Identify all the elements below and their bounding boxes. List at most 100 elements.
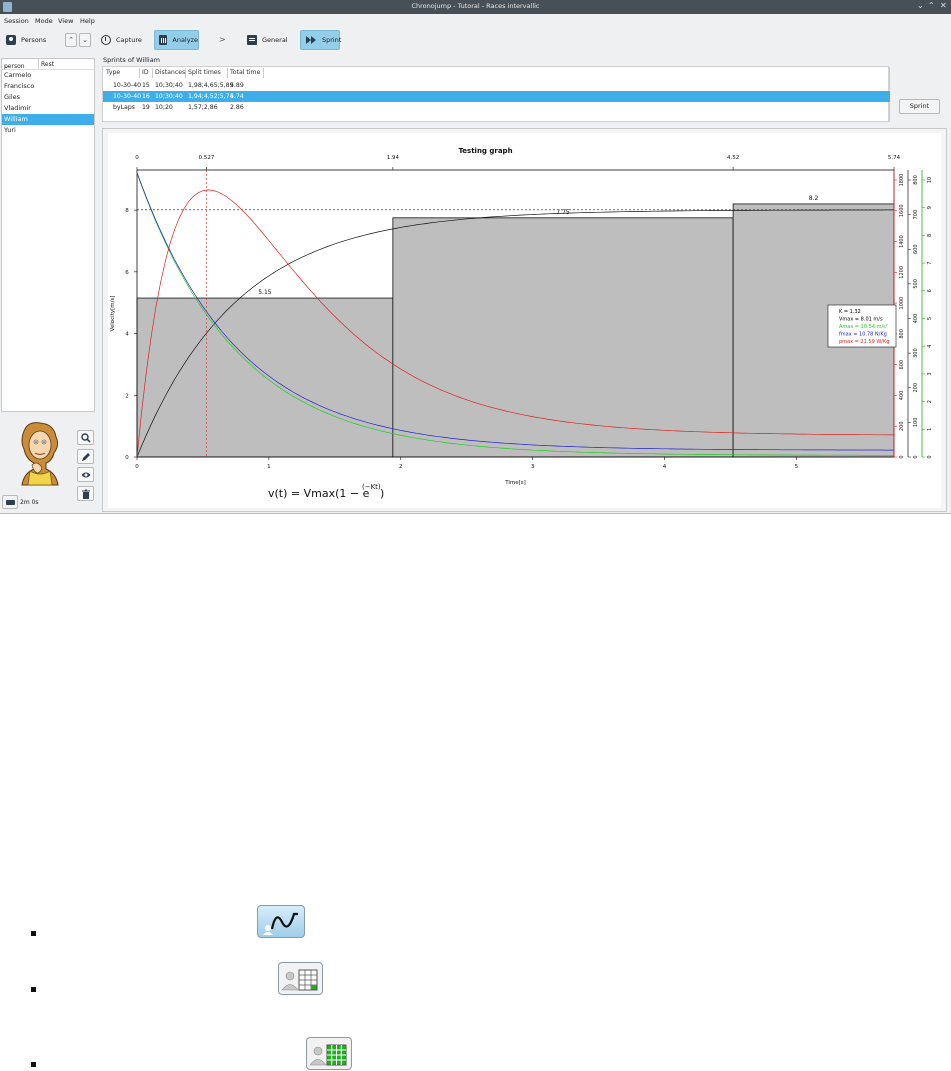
- column-type[interactable]: Type: [106, 69, 120, 76]
- formula-exponent: (−Kt): [362, 483, 381, 491]
- person-item[interactable]: Giles: [2, 92, 94, 103]
- menu-bar: Session Mode View Help: [0, 14, 951, 27]
- person-down-button[interactable]: ⌄: [79, 33, 91, 47]
- y-axis-tick-label: 4: [125, 332, 129, 338]
- person-item[interactable]: Francisco: [2, 81, 94, 92]
- persons-button[interactable]: Persons: [2, 30, 54, 50]
- right-axis-tick-label: 1: [927, 428, 933, 431]
- top-axis-tick-label: 4.52: [727, 155, 739, 161]
- graph-area: 5.15 7.75 8.2 Testing graph 0 0.527 1.94 4.52 5.…: [108, 133, 941, 508]
- top-axis-tick-label: 5.74: [888, 155, 901, 161]
- close-icon[interactable]: ✕: [940, 1, 947, 10]
- eye-icon: [81, 472, 91, 478]
- right-axis-tick-label: 600: [913, 244, 919, 254]
- right-axis-tick-label: 800: [913, 175, 919, 185]
- cell-type: 10-30-40: [113, 82, 142, 89]
- y-axis-tick-label: 8: [125, 208, 129, 214]
- column-divider: [139, 68, 140, 78]
- table-row-selected[interactable]: 10-30-40 16 10;30;40 1,94;4,52;5,74 5.74: [103, 91, 890, 102]
- menu-view[interactable]: View: [58, 17, 73, 25]
- sprint-button[interactable]: Sprint: [899, 99, 940, 114]
- top-axis-tick-label: 0.527: [199, 155, 215, 161]
- bar-value-label: 8.2: [809, 195, 819, 202]
- analyze-button[interactable]: Analyze: [154, 30, 199, 50]
- chart-title: Testing graph: [458, 147, 512, 155]
- sprints-table[interactable]: Type ID Distances Split times Total time…: [102, 66, 890, 122]
- view-person-button[interactable]: [77, 467, 94, 482]
- chevron-right-icon: >: [219, 35, 226, 44]
- device-button[interactable]: [2, 495, 18, 509]
- cell-type: 10-30-40: [113, 93, 142, 100]
- table-row[interactable]: 10-30-40 15 10;30;40 1,98;4,65;5,89 5.89: [103, 80, 890, 91]
- y-axis-tick-label: 2: [125, 393, 129, 399]
- right-axis-tick-label: 1600: [899, 204, 905, 217]
- status-bar: 2m 0s: [0, 494, 97, 512]
- elapsed-time: 2m 0s: [20, 499, 39, 506]
- person-item-selected[interactable]: William: [2, 114, 94, 125]
- cell-id: 16: [142, 93, 150, 100]
- bar: [392, 217, 734, 458]
- column-id[interactable]: ID: [142, 69, 149, 76]
- person-list[interactable]: person ⌄ Rest Carmelo Francisco Giles Vl…: [1, 58, 95, 412]
- y-axis-tick-label: 6: [125, 270, 129, 276]
- person-item[interactable]: Carmelo: [2, 70, 94, 81]
- cell-distances: 10;30;40: [155, 93, 183, 100]
- formula-close: ): [380, 487, 384, 500]
- cell-total-time: 2.86: [230, 104, 244, 111]
- capture-button[interactable]: Capture: [97, 30, 145, 50]
- bullet: [31, 987, 36, 992]
- column-split-times[interactable]: Split times: [188, 69, 221, 76]
- column-divider: [227, 68, 228, 78]
- right-axis-tick-label: 600: [899, 360, 905, 370]
- cell-id: 15: [142, 82, 150, 89]
- pencil-icon: [82, 453, 90, 461]
- sprint-tab-button[interactable]: Sprint: [300, 30, 341, 50]
- general-button[interactable]: General: [243, 30, 293, 50]
- x-axis-tick-label: 2: [399, 464, 403, 470]
- top-axis-tick-label: 1.94: [387, 155, 400, 161]
- right-axis-tick-label: 8: [927, 234, 933, 237]
- right-axis-tick-label: 200: [913, 383, 919, 393]
- table-row[interactable]: byLaps 19 10;20 1,57;2,86 2.86: [103, 102, 890, 113]
- right-axis-tick-label: 0: [927, 455, 933, 458]
- maximize-icon[interactable]: ⌃: [928, 1, 935, 10]
- menu-session[interactable]: Session: [4, 17, 29, 25]
- clipboard-icon: [247, 35, 257, 45]
- bullet: [31, 1062, 36, 1067]
- x-axis-tick-label: 5: [795, 464, 799, 470]
- sprint-curve-icon: [257, 905, 305, 938]
- edit-person-button[interactable]: [77, 449, 94, 464]
- cell-id: 19: [142, 104, 150, 111]
- person-item[interactable]: Yuri: [2, 125, 94, 136]
- title-bar: Chronojump - Tutoral - Races intervallic…: [0, 0, 951, 14]
- x-axis-label: Time[s]: [504, 480, 526, 486]
- sprints-section: Sprints of William Type ID Distances Spl…: [100, 51, 890, 124]
- column-divider: [152, 68, 153, 78]
- person-up-button[interactable]: ⌃: [65, 33, 77, 47]
- bar-chart-icon: [159, 35, 168, 45]
- menu-mode[interactable]: Mode: [35, 17, 53, 25]
- search-person-button[interactable]: [77, 430, 94, 445]
- column-distances[interactable]: Distances: [155, 69, 185, 76]
- analyze-label: Analyze: [172, 36, 198, 44]
- graph-frame: 5.15 7.75 8.2 Testing graph 0 0.527 1.94 4.52 5.…: [102, 128, 947, 512]
- bar-value-label: 5.15: [258, 289, 272, 296]
- top-axis-tick-label: 0: [135, 155, 139, 161]
- right-axis-tick-label: 3: [927, 372, 933, 375]
- right-axis-tick-label: 1200: [899, 266, 905, 279]
- person-session-icon: [278, 962, 323, 995]
- search-icon: [81, 433, 91, 443]
- right-axis-tick-label: 4: [927, 345, 933, 348]
- sprint-chart: 5.157.758.2Testing graph0 0.527 1.94 4.52 5.…: [110, 147, 933, 500]
- column-rest[interactable]: Rest: [41, 61, 54, 68]
- person-item[interactable]: Vladimir: [2, 103, 94, 114]
- menu-help[interactable]: Help: [80, 17, 95, 25]
- x-axis-tick-label: 0: [135, 464, 139, 470]
- legend-entry: pmax = 21.59 W/Kg: [839, 339, 889, 345]
- toolbar: Persons ⌃ ⌄ Capture Analyze > General Sp…: [0, 29, 951, 51]
- capture-label: Capture: [116, 36, 142, 44]
- right-axis-tick-label: 700: [913, 210, 919, 220]
- column-total-time[interactable]: Total time: [230, 69, 260, 76]
- minimize-icon[interactable]: ⌄: [917, 1, 924, 10]
- right-axis-tick-label: 200: [899, 421, 905, 431]
